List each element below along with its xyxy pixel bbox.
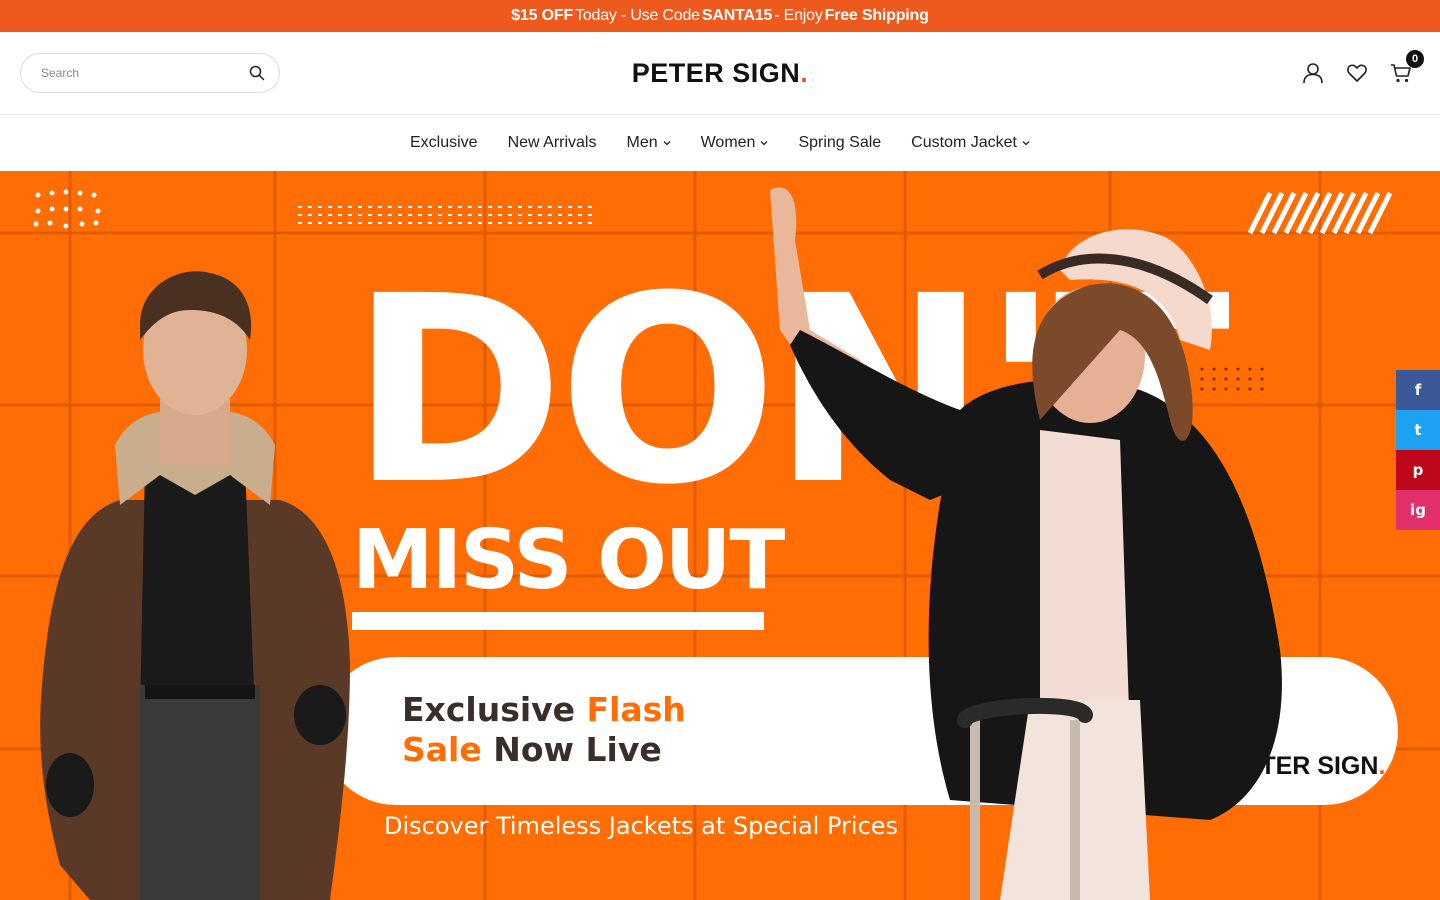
pinterest-icon[interactable]: p xyxy=(1396,450,1440,490)
male-model-image xyxy=(40,271,351,900)
chevron-down-icon xyxy=(1022,141,1030,146)
announcement-bar: $15 OFF Today - Use Code SANTA15 - Enjoy… xyxy=(0,0,1440,32)
hero-subheadline: MISS OUT xyxy=(352,513,785,608)
cart-count-badge: 0 xyxy=(1406,50,1424,68)
logo-part-2: SIGN xyxy=(732,57,801,88)
nav-item-label: Women xyxy=(700,134,756,151)
announcement-text-1: Today - Use Code xyxy=(575,7,700,24)
nav-item-label: Exclusive xyxy=(410,134,478,151)
facebook-icon[interactable]: f xyxy=(1396,370,1440,410)
nav-item-label: Men xyxy=(626,134,658,151)
announcement-text-2: - Enjoy xyxy=(774,7,823,24)
promo-word-exclusive: Exclusive xyxy=(402,690,576,729)
pill-logo-part-2: SIGN xyxy=(1317,752,1379,780)
female-model-image xyxy=(770,187,1282,900)
nav-item-spring-sale[interactable]: Spring Sale xyxy=(798,134,881,152)
nav-item-label: New Arrivals xyxy=(507,134,597,151)
promo-word-flash: Flash xyxy=(586,690,686,729)
search-icon[interactable] xyxy=(247,63,267,83)
hero-underline xyxy=(352,612,764,630)
social-share-bar: f t p ig xyxy=(1396,370,1440,530)
promo-word-sale: Sale xyxy=(402,730,482,769)
site-logo[interactable]: PETER SIGN . xyxy=(632,58,809,89)
logo-part-1: PETER xyxy=(631,57,725,88)
logo-dot: . xyxy=(800,57,809,88)
nav-item-custom-jacket[interactable]: Custom Jacket xyxy=(911,134,1030,152)
twitter-icon[interactable]: t xyxy=(1396,410,1440,450)
nav-item-men[interactable]: Men xyxy=(626,134,671,152)
nav-item-label: Spring Sale xyxy=(798,134,882,151)
cart-icon[interactable]: 0 xyxy=(1390,50,1424,84)
account-icon[interactable] xyxy=(1302,62,1324,84)
wishlist-heart-icon[interactable] xyxy=(1346,62,1368,84)
nav-item-label: Custom Jacket xyxy=(911,134,1017,151)
hero-promo-text: Exclusive Flash Sale Now Live xyxy=(402,690,686,770)
pill-logo-dot: . xyxy=(1378,752,1386,780)
announcement-shipping: Free Shipping xyxy=(824,7,929,24)
promo-word-now-live: Now Live xyxy=(493,730,662,769)
instagram-icon[interactable]: ig xyxy=(1396,490,1440,530)
announcement-code: SANTA15 xyxy=(701,7,773,24)
nav-item-women[interactable]: Women xyxy=(701,134,769,152)
chevron-down-icon xyxy=(663,141,671,146)
search-input[interactable] xyxy=(41,66,247,80)
chevron-down-icon xyxy=(760,141,768,146)
main-nav: Exclusive New Arrivals Men Women Spring Sale… xyxy=(0,115,1440,171)
nav-item-exclusive[interactable]: Exclusive xyxy=(410,134,478,152)
header-icons: 0 xyxy=(1302,50,1424,84)
site-header: PETER SIGN . 0 xyxy=(0,32,1440,115)
announcement-amount: $15 OFF xyxy=(511,7,574,24)
search-box xyxy=(20,53,280,93)
nav-item-new-arrivals[interactable]: New Arrivals xyxy=(508,134,597,152)
